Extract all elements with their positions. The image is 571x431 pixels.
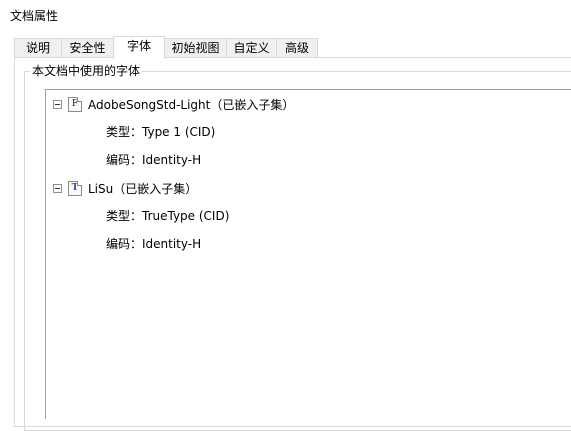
window-title: 文档属性 bbox=[10, 9, 59, 23]
collapse-icon[interactable] bbox=[53, 184, 62, 193]
font-name-item[interactable]: AdobeSongStd-Light（已嵌入子集） bbox=[88, 96, 294, 114]
type1-font-icon: F bbox=[68, 97, 82, 112]
font-encoding-detail: 编码：Identity-H bbox=[106, 153, 202, 167]
tab-security[interactable]: 安全性 bbox=[61, 38, 114, 57]
font-name-item[interactable]: LiSu（已嵌入子集） bbox=[88, 180, 197, 198]
title-bar: 文档属性 bbox=[0, 0, 571, 30]
fonts-group-legend: 本文档中使用的字体 bbox=[30, 62, 143, 79]
tab-initial-view[interactable]: 初始视图 bbox=[164, 38, 227, 57]
collapse-icon[interactable] bbox=[53, 100, 62, 109]
tab-strip: 说明 安全性 字体 初始视图 自定义 高级 bbox=[14, 36, 571, 59]
font-type-detail: 类型：Type 1 (CID) bbox=[106, 125, 216, 139]
fonts-tree[interactable]: F AdobeSongStd-Light（已嵌入子集） 类型：Type 1 (C… bbox=[45, 89, 571, 419]
tab-description[interactable]: 说明 bbox=[14, 38, 62, 57]
font-encoding-detail: 编码：Identity-H bbox=[106, 237, 202, 251]
truetype-font-icon: T bbox=[68, 181, 82, 196]
tab-advanced[interactable]: 高级 bbox=[276, 38, 318, 57]
tab-custom[interactable]: 自定义 bbox=[226, 38, 277, 57]
fonts-tab-panel: 本文档中使用的字体 F AdobeSongStd-Light（已嵌入子集） 类型… bbox=[14, 57, 571, 431]
font-type-detail: 类型：TrueType (CID) bbox=[106, 209, 230, 223]
tab-fonts[interactable]: 字体 bbox=[113, 36, 165, 59]
